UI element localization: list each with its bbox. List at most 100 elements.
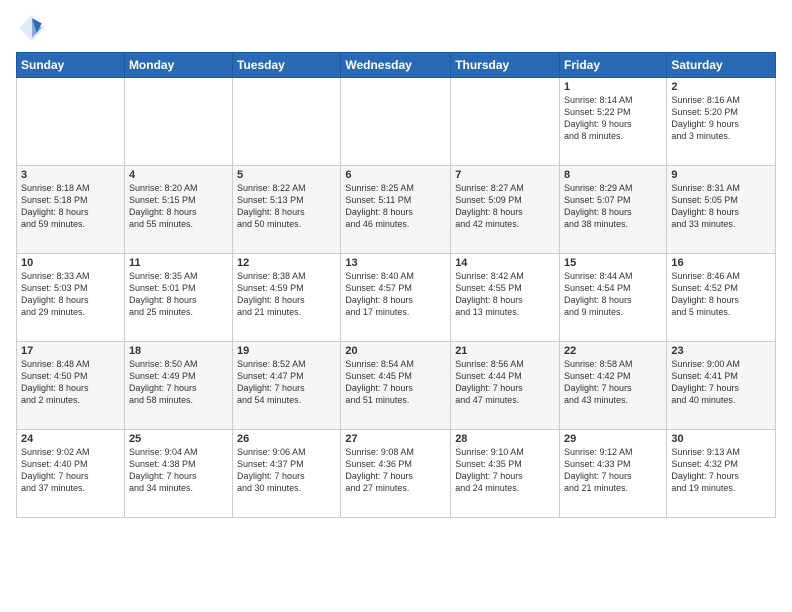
- calendar-cell: 1Sunrise: 8:14 AM Sunset: 5:22 PM Daylig…: [560, 78, 667, 166]
- calendar-cell: 19Sunrise: 8:52 AM Sunset: 4:47 PM Dayli…: [233, 342, 341, 430]
- calendar-cell: 14Sunrise: 8:42 AM Sunset: 4:55 PM Dayli…: [451, 254, 560, 342]
- day-number: 1: [564, 81, 662, 93]
- day-info: Sunrise: 8:50 AM Sunset: 4:49 PM Dayligh…: [129, 358, 228, 407]
- day-number: 21: [455, 345, 555, 357]
- calendar-cell: [17, 78, 125, 166]
- day-info: Sunrise: 8:14 AM Sunset: 5:22 PM Dayligh…: [564, 94, 662, 143]
- calendar-cell: 23Sunrise: 9:00 AM Sunset: 4:41 PM Dayli…: [667, 342, 776, 430]
- calendar-cell: 2Sunrise: 8:16 AM Sunset: 5:20 PM Daylig…: [667, 78, 776, 166]
- day-number: 22: [564, 345, 662, 357]
- weekday-header-wednesday: Wednesday: [341, 53, 451, 78]
- logo-icon: [16, 12, 48, 44]
- calendar-cell: [341, 78, 451, 166]
- calendar-week-row: 3Sunrise: 8:18 AM Sunset: 5:18 PM Daylig…: [17, 166, 776, 254]
- header: [16, 12, 776, 44]
- calendar-cell: 3Sunrise: 8:18 AM Sunset: 5:18 PM Daylig…: [17, 166, 125, 254]
- calendar-cell: 13Sunrise: 8:40 AM Sunset: 4:57 PM Dayli…: [341, 254, 451, 342]
- weekday-header-row: SundayMondayTuesdayWednesdayThursdayFrid…: [17, 53, 776, 78]
- day-number: 12: [237, 257, 336, 269]
- calendar-cell: 22Sunrise: 8:58 AM Sunset: 4:42 PM Dayli…: [560, 342, 667, 430]
- day-info: Sunrise: 8:56 AM Sunset: 4:44 PM Dayligh…: [455, 358, 555, 407]
- day-number: 14: [455, 257, 555, 269]
- day-info: Sunrise: 8:27 AM Sunset: 5:09 PM Dayligh…: [455, 182, 555, 231]
- day-info: Sunrise: 8:44 AM Sunset: 4:54 PM Dayligh…: [564, 270, 662, 319]
- day-info: Sunrise: 8:48 AM Sunset: 4:50 PM Dayligh…: [21, 358, 120, 407]
- day-number: 23: [671, 345, 771, 357]
- day-info: Sunrise: 9:02 AM Sunset: 4:40 PM Dayligh…: [21, 446, 120, 495]
- weekday-header-saturday: Saturday: [667, 53, 776, 78]
- day-number: 26: [237, 433, 336, 445]
- calendar-cell: 18Sunrise: 8:50 AM Sunset: 4:49 PM Dayli…: [124, 342, 232, 430]
- day-info: Sunrise: 8:31 AM Sunset: 5:05 PM Dayligh…: [671, 182, 771, 231]
- day-number: 9: [671, 169, 771, 181]
- day-number: 16: [671, 257, 771, 269]
- calendar-cell: [233, 78, 341, 166]
- day-number: 11: [129, 257, 228, 269]
- day-info: Sunrise: 9:06 AM Sunset: 4:37 PM Dayligh…: [237, 446, 336, 495]
- day-number: 20: [345, 345, 446, 357]
- day-info: Sunrise: 8:46 AM Sunset: 4:52 PM Dayligh…: [671, 270, 771, 319]
- logo: [16, 12, 52, 44]
- day-number: 30: [671, 433, 771, 445]
- day-info: Sunrise: 8:20 AM Sunset: 5:15 PM Dayligh…: [129, 182, 228, 231]
- calendar-cell: 26Sunrise: 9:06 AM Sunset: 4:37 PM Dayli…: [233, 430, 341, 518]
- day-info: Sunrise: 9:04 AM Sunset: 4:38 PM Dayligh…: [129, 446, 228, 495]
- day-info: Sunrise: 8:35 AM Sunset: 5:01 PM Dayligh…: [129, 270, 228, 319]
- day-number: 18: [129, 345, 228, 357]
- weekday-header-tuesday: Tuesday: [233, 53, 341, 78]
- day-info: Sunrise: 9:13 AM Sunset: 4:32 PM Dayligh…: [671, 446, 771, 495]
- day-number: 15: [564, 257, 662, 269]
- calendar-table: SundayMondayTuesdayWednesdayThursdayFrid…: [16, 52, 776, 518]
- calendar-cell: 16Sunrise: 8:46 AM Sunset: 4:52 PM Dayli…: [667, 254, 776, 342]
- day-number: 8: [564, 169, 662, 181]
- calendar-cell: 10Sunrise: 8:33 AM Sunset: 5:03 PM Dayli…: [17, 254, 125, 342]
- day-number: 13: [345, 257, 446, 269]
- day-number: 27: [345, 433, 446, 445]
- calendar-cell: [124, 78, 232, 166]
- day-info: Sunrise: 8:25 AM Sunset: 5:11 PM Dayligh…: [345, 182, 446, 231]
- weekday-header-monday: Monday: [124, 53, 232, 78]
- day-info: Sunrise: 8:18 AM Sunset: 5:18 PM Dayligh…: [21, 182, 120, 231]
- day-info: Sunrise: 8:52 AM Sunset: 4:47 PM Dayligh…: [237, 358, 336, 407]
- day-info: Sunrise: 9:10 AM Sunset: 4:35 PM Dayligh…: [455, 446, 555, 495]
- calendar-cell: 4Sunrise: 8:20 AM Sunset: 5:15 PM Daylig…: [124, 166, 232, 254]
- calendar-cell: 9Sunrise: 8:31 AM Sunset: 5:05 PM Daylig…: [667, 166, 776, 254]
- day-info: Sunrise: 9:12 AM Sunset: 4:33 PM Dayligh…: [564, 446, 662, 495]
- calendar-cell: 28Sunrise: 9:10 AM Sunset: 4:35 PM Dayli…: [451, 430, 560, 518]
- day-info: Sunrise: 8:40 AM Sunset: 4:57 PM Dayligh…: [345, 270, 446, 319]
- calendar-cell: 12Sunrise: 8:38 AM Sunset: 4:59 PM Dayli…: [233, 254, 341, 342]
- day-number: 6: [345, 169, 446, 181]
- calendar-cell: 5Sunrise: 8:22 AM Sunset: 5:13 PM Daylig…: [233, 166, 341, 254]
- day-info: Sunrise: 9:08 AM Sunset: 4:36 PM Dayligh…: [345, 446, 446, 495]
- calendar-cell: 8Sunrise: 8:29 AM Sunset: 5:07 PM Daylig…: [560, 166, 667, 254]
- calendar-cell: 7Sunrise: 8:27 AM Sunset: 5:09 PM Daylig…: [451, 166, 560, 254]
- day-number: 3: [21, 169, 120, 181]
- page-container: SundayMondayTuesdayWednesdayThursdayFrid…: [0, 0, 792, 612]
- calendar-week-row: 10Sunrise: 8:33 AM Sunset: 5:03 PM Dayli…: [17, 254, 776, 342]
- calendar-cell: 17Sunrise: 8:48 AM Sunset: 4:50 PM Dayli…: [17, 342, 125, 430]
- day-info: Sunrise: 8:22 AM Sunset: 5:13 PM Dayligh…: [237, 182, 336, 231]
- calendar-cell: 29Sunrise: 9:12 AM Sunset: 4:33 PM Dayli…: [560, 430, 667, 518]
- calendar-cell: 20Sunrise: 8:54 AM Sunset: 4:45 PM Dayli…: [341, 342, 451, 430]
- day-info: Sunrise: 8:33 AM Sunset: 5:03 PM Dayligh…: [21, 270, 120, 319]
- calendar-cell: 15Sunrise: 8:44 AM Sunset: 4:54 PM Dayli…: [560, 254, 667, 342]
- calendar-cell: 11Sunrise: 8:35 AM Sunset: 5:01 PM Dayli…: [124, 254, 232, 342]
- day-number: 5: [237, 169, 336, 181]
- day-number: 28: [455, 433, 555, 445]
- calendar-cell: 6Sunrise: 8:25 AM Sunset: 5:11 PM Daylig…: [341, 166, 451, 254]
- calendar-week-row: 1Sunrise: 8:14 AM Sunset: 5:22 PM Daylig…: [17, 78, 776, 166]
- calendar-cell: 25Sunrise: 9:04 AM Sunset: 4:38 PM Dayli…: [124, 430, 232, 518]
- calendar-week-row: 17Sunrise: 8:48 AM Sunset: 4:50 PM Dayli…: [17, 342, 776, 430]
- day-info: Sunrise: 8:29 AM Sunset: 5:07 PM Dayligh…: [564, 182, 662, 231]
- calendar-week-row: 24Sunrise: 9:02 AM Sunset: 4:40 PM Dayli…: [17, 430, 776, 518]
- calendar-cell: 30Sunrise: 9:13 AM Sunset: 4:32 PM Dayli…: [667, 430, 776, 518]
- day-number: 19: [237, 345, 336, 357]
- weekday-header-friday: Friday: [560, 53, 667, 78]
- day-number: 24: [21, 433, 120, 445]
- day-info: Sunrise: 8:58 AM Sunset: 4:42 PM Dayligh…: [564, 358, 662, 407]
- day-info: Sunrise: 8:38 AM Sunset: 4:59 PM Dayligh…: [237, 270, 336, 319]
- day-info: Sunrise: 8:54 AM Sunset: 4:45 PM Dayligh…: [345, 358, 446, 407]
- day-info: Sunrise: 8:42 AM Sunset: 4:55 PM Dayligh…: [455, 270, 555, 319]
- calendar-cell: [451, 78, 560, 166]
- day-number: 25: [129, 433, 228, 445]
